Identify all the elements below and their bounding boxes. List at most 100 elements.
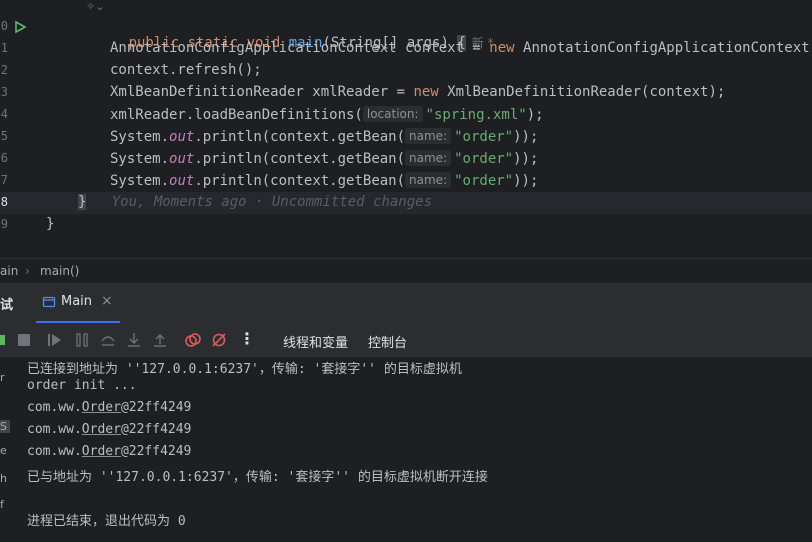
line-number: 3 [0, 85, 8, 99]
line-number: 6 [0, 151, 8, 165]
console-line: order init ... [27, 378, 137, 393]
console-text: com.ww. [27, 444, 82, 459]
run-gutter-icon[interactable] [13, 20, 27, 34]
side-toolbar-glyph[interactable]: r [0, 371, 10, 384]
mute-breakpoints-icon[interactable] [211, 332, 227, 348]
console-text: com.ww. [27, 400, 82, 415]
string-literal: "order" [454, 173, 514, 189]
tab-threads-variables[interactable]: 线程和变量 [283, 332, 348, 351]
parameter-hint: name: [405, 150, 452, 166]
side-toolbar-glyph[interactable]: h [0, 472, 10, 485]
code-editor[interactable]: ✧⌄ 0 public static void main(String[] ar… [0, 0, 812, 258]
code-line[interactable]: 7 System.out.println(context.getBean(nam… [0, 170, 812, 192]
side-toolbar-glyph[interactable]: S [0, 420, 10, 433]
console-line: 已连接到地址为 ''127.0.0.1:6237'，传输: '套接字'' 的目标… [27, 362, 462, 377]
resume-icon[interactable] [47, 332, 63, 348]
class-link[interactable]: Order [82, 400, 121, 415]
brace: } [78, 194, 87, 210]
tool-window-header: 试 Main × [0, 283, 812, 323]
console-line: 已与地址为 ''127.0.0.1:6237'，传输: '套接字'' 的目标虚拟… [27, 470, 488, 485]
code-line[interactable]: 1 AnnotationConfigApplicationContext con… [0, 38, 812, 60]
keyword: new [413, 84, 448, 100]
code-text: .println(context.getBean( [194, 151, 406, 167]
parameter-hint: name: [405, 128, 452, 144]
console-output[interactable]: r S e h f 已连接到地址为 ''127.0.0.1:6237'，传输: … [0, 358, 812, 542]
console-text: @22ff4249 [120, 422, 192, 437]
line-number: 5 [0, 129, 8, 143]
code-text: )); [513, 173, 539, 189]
window-icon [42, 296, 56, 308]
code-line[interactable]: 2 context.refresh(); [0, 60, 812, 82]
side-toolbar-glyph[interactable]: f [0, 498, 10, 511]
close-icon[interactable]: × [101, 293, 113, 309]
tab-console[interactable]: 控制台 [368, 332, 407, 351]
console-line: com.ww.Order@22ff4249 [27, 400, 191, 415]
ai-assist-icon[interactable]: ✧⌄ [86, 0, 104, 13]
breadcrumb: ain › main() [0, 258, 812, 283]
code-line[interactable]: 5 System.out.println(context.getBean(nam… [0, 126, 812, 148]
code-text: ); [526, 107, 544, 123]
console-text: com.ww. [27, 422, 82, 437]
console-text: @22ff4249 [120, 400, 192, 415]
more-options-icon[interactable]: ⋮ [239, 329, 255, 348]
code-line-current[interactable]: 8 } You, Moments ago · Uncommitted chang… [0, 192, 812, 214]
code-text: AnnotationConfigApplicationContext conte… [110, 40, 490, 56]
parameter-hint: location: [362, 106, 423, 122]
static-field: out [169, 173, 195, 189]
debug-toolbar: ⋮ 线程和变量 控制台 [0, 323, 812, 358]
code-text: XmlBeanDefinitionReader xmlReader = [110, 84, 414, 100]
string-literal: "spring.xml" [425, 107, 527, 123]
class-link[interactable]: Order [82, 444, 121, 459]
console-line: 进程已结束，退出代码为 0 [27, 514, 186, 529]
code-text: AnnotationConfigApplicationContext(); [523, 40, 812, 56]
keyword: new [489, 40, 524, 56]
code-text: )); [513, 151, 539, 167]
string-literal: "order" [454, 151, 514, 167]
line-number: 1 [0, 41, 8, 55]
step-out-icon[interactable] [152, 332, 168, 348]
breadcrumb-item[interactable]: ain [0, 264, 18, 278]
static-field: out [169, 129, 195, 145]
code-text: .println(context.getBean( [194, 173, 406, 189]
code-text: context.refresh(); [110, 62, 262, 78]
code-line[interactable]: 3 XmlBeanDefinitionReader xmlReader = ne… [0, 82, 812, 104]
class-link[interactable]: Order [82, 422, 121, 437]
brace: } [46, 216, 55, 232]
line-number: 8 [0, 195, 8, 209]
tab-label: Main [61, 294, 93, 309]
tab-main[interactable]: Main × [36, 283, 120, 323]
code-text: )); [513, 129, 539, 145]
static-field: out [169, 151, 195, 167]
step-over-icon[interactable] [100, 332, 116, 348]
step-into-icon[interactable] [126, 332, 142, 348]
rerun-icon[interactable] [0, 332, 6, 348]
stop-icon[interactable] [16, 332, 32, 348]
code-text: .println(context.getBean( [194, 129, 406, 145]
code-line[interactable]: 6 System.out.println(context.getBean(nam… [0, 148, 812, 170]
line-number: 9 [0, 217, 8, 231]
code-text: System. [110, 129, 170, 145]
chevron-right-icon: › [25, 264, 30, 278]
pause-icon[interactable] [74, 332, 90, 348]
line-number: 4 [0, 107, 8, 121]
console-text: @22ff4249 [120, 444, 192, 459]
code-text: xmlReader.loadBeanDefinitions( [110, 107, 363, 123]
console-line: com.ww.Order@22ff4249 [27, 444, 191, 459]
code-line[interactable]: 4 xmlReader.loadBeanDefinitions(location… [0, 104, 812, 126]
tool-window-title: 试 [0, 298, 14, 313]
code-text: XmlBeanDefinitionReader(context); [447, 84, 726, 100]
code-text: System. [110, 173, 170, 189]
view-breakpoints-icon[interactable] [185, 332, 201, 348]
string-literal: "order" [454, 129, 514, 145]
code-line-main[interactable]: 0 public static void main(String[] args)… [0, 16, 812, 51]
line-number: 0 [0, 19, 8, 33]
side-toolbar-glyph[interactable]: e [0, 444, 10, 457]
code-line[interactable]: 9 } [0, 214, 812, 236]
breadcrumb-item[interactable]: main() [40, 264, 79, 278]
git-blame-annotation: You, Moments ago · Uncommitted changes [111, 194, 433, 210]
line-number: 2 [0, 63, 8, 77]
console-line: com.ww.Order@22ff4249 [27, 422, 191, 437]
code-text: System. [110, 151, 170, 167]
parameter-hint: name: [405, 172, 452, 188]
line-number: 7 [0, 173, 8, 187]
